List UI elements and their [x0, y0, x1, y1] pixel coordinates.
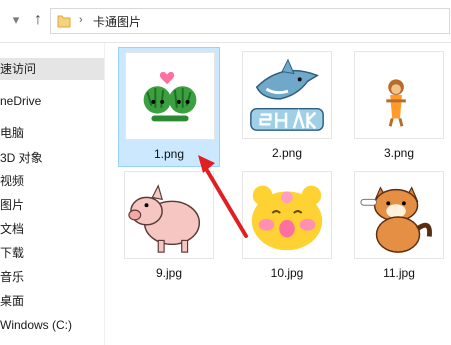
file-item[interactable]: 3.png [348, 47, 450, 167]
toolbar: ▾ ↑ › 卡通图片 [0, 0, 451, 43]
sidebar-item-windows-c[interactable]: Windows (C:) [0, 314, 104, 336]
sidebar-item-videos[interactable]: 视频 [0, 170, 104, 192]
thumbnail [124, 171, 214, 259]
thumbnail [125, 52, 215, 140]
sidebar-item-label: 文档 [0, 222, 25, 236]
file-name: 3.png [383, 146, 415, 160]
sidebar-item-label: 视频 [0, 174, 25, 188]
navigation-pane: 速访问 neDrive 电脑 3D 对象 视频 图片 文档 下载 音乐 桌面 W… [0, 43, 105, 345]
sidebar-item-quick-access[interactable]: 速访问 [0, 58, 104, 80]
sidebar-item-music[interactable]: 音乐 [0, 266, 104, 288]
sidebar-item-label: 3D 对象 [0, 151, 43, 165]
file-item[interactable]: 9.jpg [118, 167, 220, 287]
thumbnail [242, 171, 332, 259]
file-name: 10.jpg [270, 266, 304, 280]
file-item[interactable]: 11.jpg [348, 167, 450, 287]
thumbnail [354, 171, 444, 259]
sidebar-item-documents[interactable]: 文档 [0, 218, 104, 240]
chevron-right-icon: › [79, 14, 83, 26]
sidebar-item-onedrive[interactable]: neDrive [0, 90, 104, 112]
sidebar-item-pictures[interactable]: 图片 [0, 194, 104, 216]
sidebar-item-this-pc[interactable]: 电脑 [0, 122, 104, 144]
sidebar-item-label: Windows (C:) [0, 318, 73, 332]
sidebar-item-label: 音乐 [0, 270, 25, 284]
sidebar-item-desktop[interactable]: 桌面 [0, 290, 104, 312]
file-name: 11.jpg [383, 266, 415, 280]
sidebar-item-label: 下载 [0, 246, 25, 260]
sidebar-item-downloads[interactable]: 下载 [0, 242, 104, 264]
sidebar-item-label: 速访问 [0, 62, 37, 76]
file-item[interactable]: 1.png [118, 47, 220, 167]
chevron-down-icon[interactable]: ▾ [8, 12, 24, 28]
sidebar-item-label: neDrive [0, 94, 42, 108]
sidebar-item-3d-objects[interactable]: 3D 对象 [0, 147, 104, 169]
thumbnail [354, 51, 444, 139]
thumbnail [242, 51, 332, 139]
file-name: 9.jpg [155, 266, 183, 280]
file-name: 1.png [153, 147, 185, 161]
sidebar-item-label: 图片 [0, 198, 25, 212]
breadcrumb[interactable]: 卡通图片 [93, 13, 141, 30]
up-arrow-icon[interactable]: ↑ [30, 12, 46, 28]
file-name: 2.png [271, 146, 303, 160]
address-bar[interactable]: › 卡通图片 [50, 8, 450, 34]
folder-icon [57, 15, 71, 28]
sidebar-item-label: 桌面 [0, 294, 25, 308]
file-item[interactable]: 2.png [236, 47, 338, 167]
file-item[interactable]: 10.jpg [236, 167, 338, 287]
sidebar-item-label: 电脑 [0, 126, 25, 140]
file-grid: 1.png 2.png 3.png 9.jpg 10.jpg 11.jpg [105, 43, 451, 345]
